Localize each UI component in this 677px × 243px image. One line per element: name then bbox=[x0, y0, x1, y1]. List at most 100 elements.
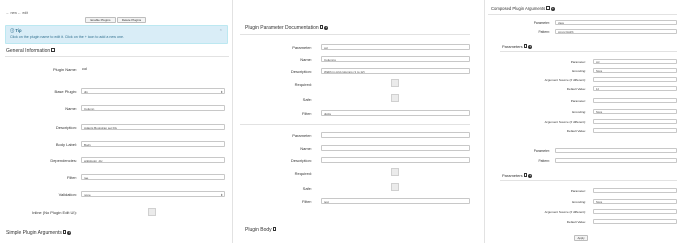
encoding-label: Encoding: bbox=[572, 200, 586, 204]
divider bbox=[500, 180, 677, 181]
default-value-input[interactable] bbox=[593, 219, 677, 224]
default-value-label: Default Value: bbox=[566, 129, 586, 133]
tip-text: Click on the plugin name to edit it. Cli… bbox=[10, 35, 124, 39]
dependencies-input[interactable]: wikiplugin_div bbox=[81, 157, 225, 163]
close-icon[interactable]: × bbox=[220, 27, 222, 32]
name-input[interactable] bbox=[321, 145, 470, 151]
plugin-body-heading[interactable]: Plugin Body bbox=[245, 227, 277, 233]
filter-label: Filter: bbox=[302, 199, 312, 204]
collapse-icon[interactable] bbox=[62, 230, 67, 234]
default-value-input[interactable] bbox=[593, 128, 677, 133]
name-label: Name: bbox=[300, 57, 312, 62]
dependencies-label: Dependencies: bbox=[50, 158, 77, 163]
collapse-icon[interactable] bbox=[51, 48, 55, 52]
general-information-heading[interactable]: General Information bbox=[6, 48, 55, 54]
delete-plugins-button[interactable]: Delete Plugins bbox=[117, 17, 146, 23]
parameter-input[interactable] bbox=[321, 132, 470, 138]
argument-source-input[interactable] bbox=[593, 119, 677, 124]
required-label: Required: bbox=[294, 82, 312, 87]
inline-checkbox[interactable] bbox=[148, 208, 156, 216]
pattern-input[interactable] bbox=[555, 158, 677, 163]
divider bbox=[240, 34, 470, 35]
description-label: Description: bbox=[55, 125, 77, 130]
name-input[interactable]: Column bbox=[81, 105, 225, 111]
parameter-label: Parameter: bbox=[570, 189, 586, 193]
parameter-input[interactable] bbox=[593, 188, 677, 193]
collapse-icon[interactable] bbox=[523, 173, 528, 177]
collapse-icon[interactable] bbox=[523, 44, 528, 48]
required-checkbox[interactable] bbox=[391, 79, 399, 87]
column-divider bbox=[484, 0, 485, 243]
parameter-label: Parameter: bbox=[570, 60, 586, 64]
parameters-heading[interactable]: Parameters + bbox=[502, 173, 533, 178]
collapse-icon[interactable] bbox=[319, 25, 324, 29]
pattern-input[interactable]: col-xs-%col% bbox=[555, 29, 677, 34]
tip-title-row: ⓘ Tip bbox=[10, 28, 22, 34]
description-input[interactable] bbox=[321, 157, 470, 163]
enable-plugins-button[interactable]: Enable Plugins bbox=[85, 17, 116, 23]
name-input[interactable]: Columns bbox=[321, 56, 470, 62]
collapse-icon[interactable] bbox=[546, 6, 550, 10]
parameter-label: Parameter: bbox=[533, 149, 550, 153]
description-input[interactable]: Width in grid columns (1 to 12) bbox=[321, 68, 470, 74]
filter-input[interactable]: rae bbox=[81, 174, 225, 180]
column-divider bbox=[232, 0, 233, 243]
filter-input[interactable]: digits bbox=[321, 110, 470, 116]
tip-box: ⓘ Tip Click on the plugin name to edit i… bbox=[5, 25, 228, 44]
divider bbox=[240, 124, 470, 125]
parameter-input[interactable]: class bbox=[555, 20, 677, 25]
plugin-parameter-documentation-title: Plugin Parameter Documentation bbox=[245, 25, 319, 31]
parameters-title: Parameters bbox=[502, 44, 523, 49]
argument-source-label: Argument Source (if different): bbox=[544, 120, 586, 124]
add-icon[interactable]: + bbox=[324, 26, 329, 30]
validation-select[interactable]: none bbox=[81, 191, 225, 197]
general-information-title: General Information bbox=[6, 48, 51, 54]
plugin-name-value: col bbox=[82, 66, 88, 71]
parameter-input[interactable]: col bbox=[593, 59, 677, 64]
parameter-input[interactable]: col bbox=[321, 44, 470, 50]
parameter-label: Parameter: bbox=[533, 21, 550, 25]
body-label-input[interactable]: Body bbox=[81, 141, 225, 147]
encoding-select[interactable]: None bbox=[593, 68, 677, 73]
argument-source-input[interactable] bbox=[593, 77, 677, 82]
argument-source-input[interactable] bbox=[593, 209, 677, 214]
simple-plugin-arguments-heading[interactable]: Simple Plugin Arguments + bbox=[6, 230, 72, 236]
composed-plugin-arguments-heading[interactable]: Composed Plugin Arguments + bbox=[491, 6, 555, 11]
description-label: Description: bbox=[290, 69, 312, 74]
add-icon[interactable]: + bbox=[67, 231, 72, 235]
filter-label: Filter: bbox=[302, 111, 312, 116]
parameter-input[interactable] bbox=[593, 98, 677, 103]
description-input[interactable]: Adapts Bootstrap set Div bbox=[81, 124, 225, 130]
validation-label: Validation: bbox=[58, 192, 77, 197]
base-plugin-select[interactable]: div bbox=[81, 88, 225, 94]
add-icon[interactable]: + bbox=[528, 45, 533, 49]
pattern-label: Pattern: bbox=[538, 159, 550, 163]
parameter-label: Parameter: bbox=[570, 99, 586, 103]
safe-checkbox[interactable] bbox=[391, 183, 399, 191]
parameters-title: Parameters bbox=[502, 173, 523, 178]
argument-source-label: Argument Source (if different): bbox=[544, 78, 586, 82]
safe-checkbox[interactable] bbox=[391, 94, 399, 102]
parameter-label: Parameter: bbox=[292, 45, 312, 50]
plugin-parameter-documentation-heading[interactable]: Plugin Parameter Documentation + bbox=[245, 25, 329, 31]
divider bbox=[488, 14, 677, 15]
breadcrumb[interactable]: ← new ← edit bbox=[6, 11, 28, 15]
pattern-label: Pattern: bbox=[538, 30, 550, 34]
parameters-heading[interactable]: Parameters + bbox=[502, 44, 533, 49]
filter-input[interactable]: text bbox=[321, 198, 470, 204]
add-icon[interactable]: + bbox=[550, 7, 555, 11]
collapse-icon[interactable] bbox=[272, 227, 277, 231]
name-label: Name: bbox=[300, 146, 312, 151]
parameter-input[interactable] bbox=[555, 148, 677, 153]
body-label-label: Body Label: bbox=[55, 142, 77, 147]
default-value-input[interactable]: 12 bbox=[593, 86, 677, 91]
required-checkbox[interactable] bbox=[391, 168, 399, 176]
apply-button[interactable]: Apply bbox=[574, 235, 588, 241]
add-icon[interactable]: + bbox=[528, 174, 533, 178]
encoding-select[interactable]: None bbox=[593, 199, 677, 204]
encoding-label: Encoding: bbox=[572, 110, 586, 114]
info-icon: ⓘ bbox=[10, 28, 15, 33]
description-label: Description: bbox=[290, 158, 312, 163]
default-value-label: Default Value: bbox=[566, 220, 586, 224]
encoding-select[interactable]: None bbox=[593, 109, 677, 114]
